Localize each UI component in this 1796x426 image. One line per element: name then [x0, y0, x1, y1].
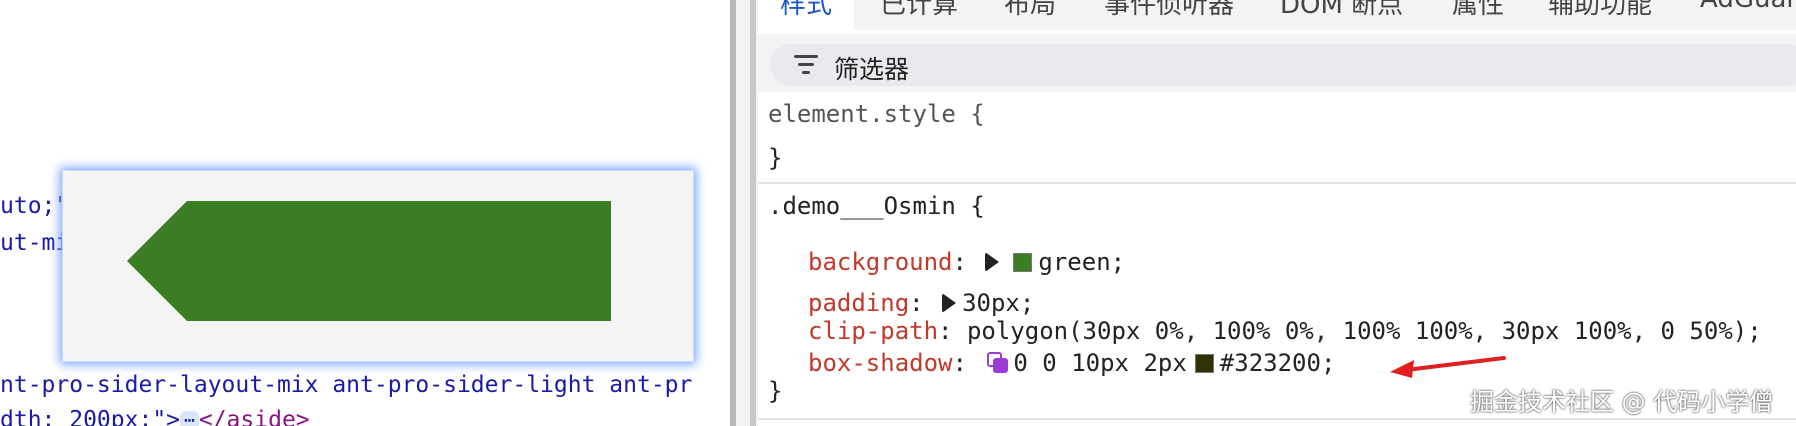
rule-selector[interactable]: .demo___Osmin { — [768, 192, 1796, 220]
declaration-background[interactable]: background: green; — [808, 248, 1125, 276]
expand-triangle-icon[interactable] — [985, 252, 1000, 272]
tab-styles[interactable]: 样式 — [758, 0, 855, 30]
property-name[interactable]: box-shadow — [808, 349, 953, 377]
tab-adguard[interactable]: AdGuar — [1700, 0, 1796, 14]
property-name[interactable]: padding — [808, 289, 909, 317]
tab-computed[interactable]: 已计算 — [880, 0, 958, 21]
declaration-box-shadow[interactable]: box-shadow: 0 0 10px 2px #323200; — [808, 349, 1335, 377]
annotation-arrow-icon — [1390, 356, 1506, 378]
filter-bar: 筛选器 — [758, 34, 1796, 92]
filter-placeholder: 筛选器 — [834, 55, 910, 84]
closing-tag: </aside> — [198, 407, 310, 426]
code-fragment-line: uto;" — [0, 193, 70, 219]
expand-node-button[interactable]: ⋯ — [180, 410, 199, 426]
code-fragment-line: ut-mi — [0, 230, 70, 256]
color-swatch[interactable] — [1013, 253, 1033, 272]
code-attr-value: dth: 200px;"> — [0, 407, 181, 426]
elements-panel: uto;" ut-mi nt-pro-sider-layout-mix ant-… — [0, 0, 730, 426]
declaration-clip-path[interactable]: clip-path: polygon(30px 0%, 100% 0%, 100… — [808, 317, 1762, 345]
property-value[interactable]: polygon(30px 0%, 100% 0%, 100% 100%, 30p… — [967, 317, 1762, 345]
expand-triangle-icon[interactable] — [942, 293, 957, 313]
property-value[interactable]: 30px; — [962, 289, 1034, 317]
property-value-color[interactable]: #323200; — [1220, 349, 1336, 377]
declaration-padding[interactable]: padding: 30px; — [808, 289, 1034, 317]
resize-handle[interactable] — [750, 0, 756, 426]
property-name[interactable]: background — [808, 248, 953, 276]
element-preview-highlight — [62, 170, 694, 362]
filter-input[interactable] — [770, 44, 1796, 86]
rule-close-brace: } — [768, 144, 783, 172]
code-fragment-line: dth: 200px;"> ⋯ </aside> — [0, 407, 310, 426]
tab-event-listeners[interactable]: 事件侦听器 — [1104, 0, 1234, 21]
tab-accessibility[interactable]: 辅助功能 — [1548, 0, 1652, 21]
property-value[interactable]: green; — [1038, 248, 1125, 276]
panel-divider[interactable] — [730, 0, 758, 426]
rule-separator — [758, 418, 1796, 420]
styles-panel: 样式 已计算 布局 事件侦听器 DOM 断点 属性 辅助功能 AdGuar 筛选… — [758, 0, 1796, 426]
shadow-editor-icon[interactable] — [987, 352, 1009, 374]
watermark: 掘金技术社区 @ 代码小学僧 — [1470, 388, 1774, 416]
scrollbar[interactable] — [730, 0, 736, 426]
rule-separator — [758, 182, 1796, 184]
rule-selector-element-style[interactable]: element.style { — [768, 100, 1796, 128]
arrow-shape-preview — [127, 201, 611, 321]
color-swatch[interactable] — [1194, 354, 1214, 373]
filter-icon — [794, 53, 822, 77]
property-value-shadow[interactable]: 0 0 10px 2px — [1013, 349, 1186, 377]
tab-layout[interactable]: 布局 — [1004, 0, 1056, 21]
tab-properties[interactable]: 属性 — [1452, 0, 1504, 21]
tab-dom-breakpoints[interactable]: DOM 断点 — [1280, 0, 1403, 21]
property-name[interactable]: clip-path — [808, 317, 938, 345]
devtools-tab-bar: 样式 已计算 布局 事件侦听器 DOM 断点 属性 辅助功能 AdGuar — [758, 0, 1796, 30]
code-fragment-class-list: nt-pro-sider-layout-mix ant-pro-sider-li… — [0, 372, 693, 398]
